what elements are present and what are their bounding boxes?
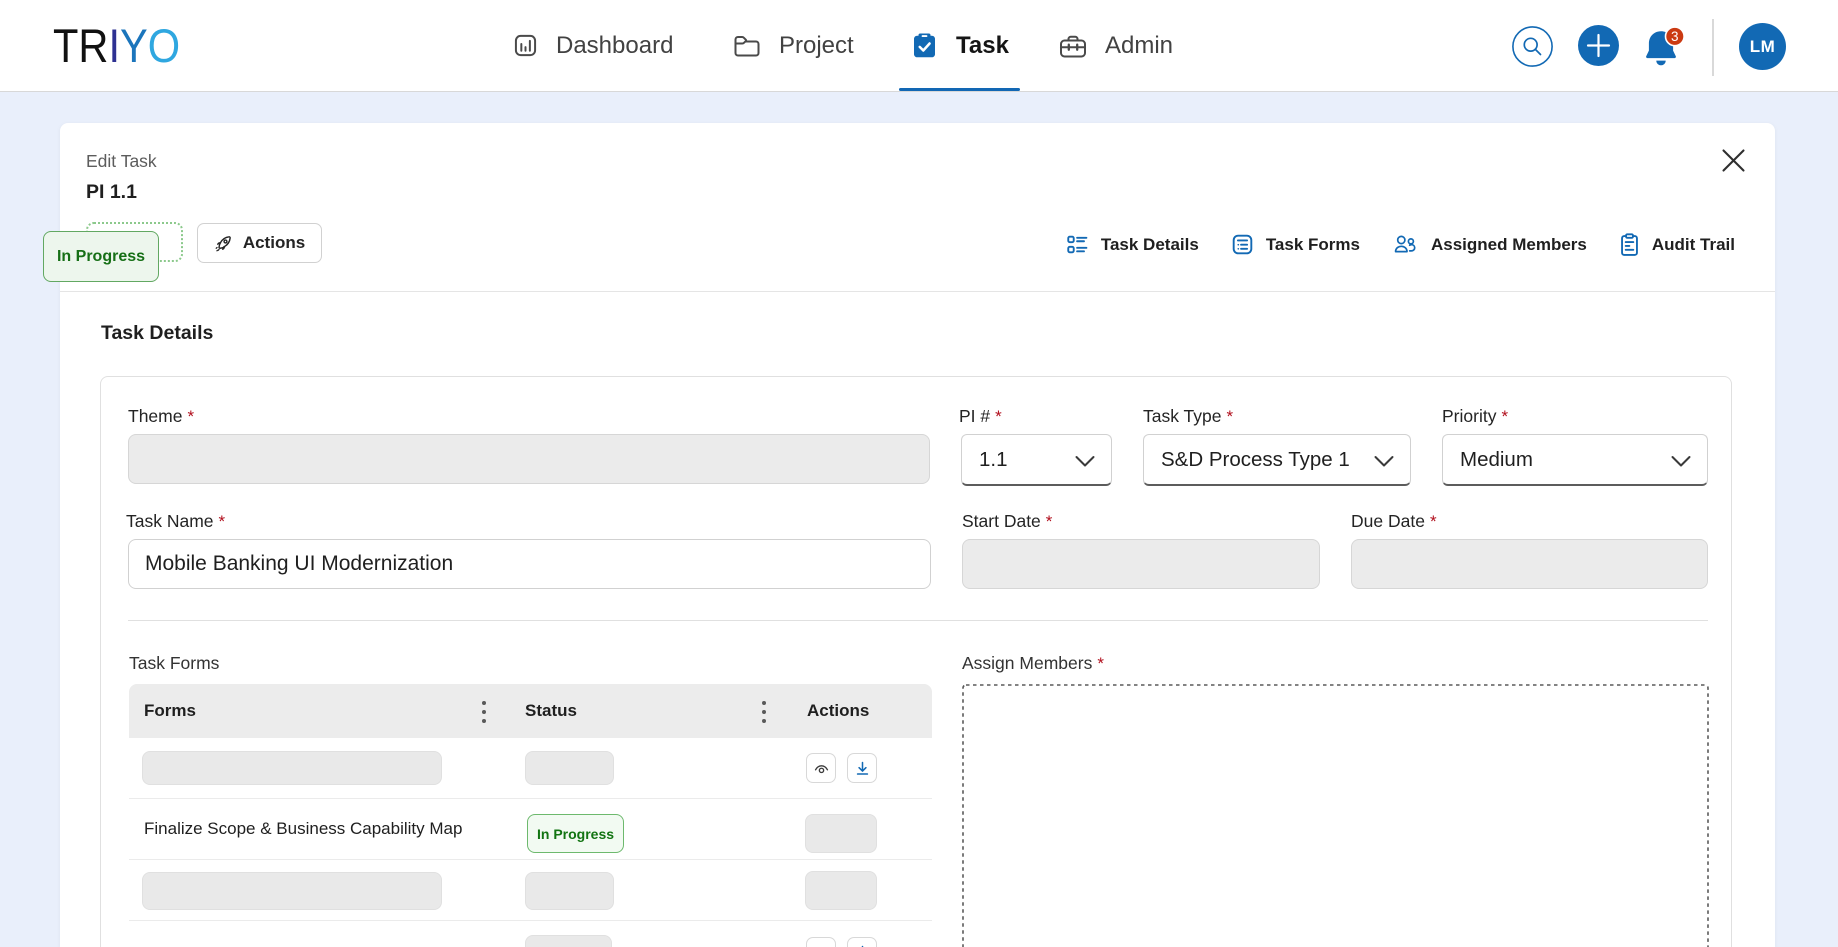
svg-text:3: 3 [1671, 29, 1679, 44]
